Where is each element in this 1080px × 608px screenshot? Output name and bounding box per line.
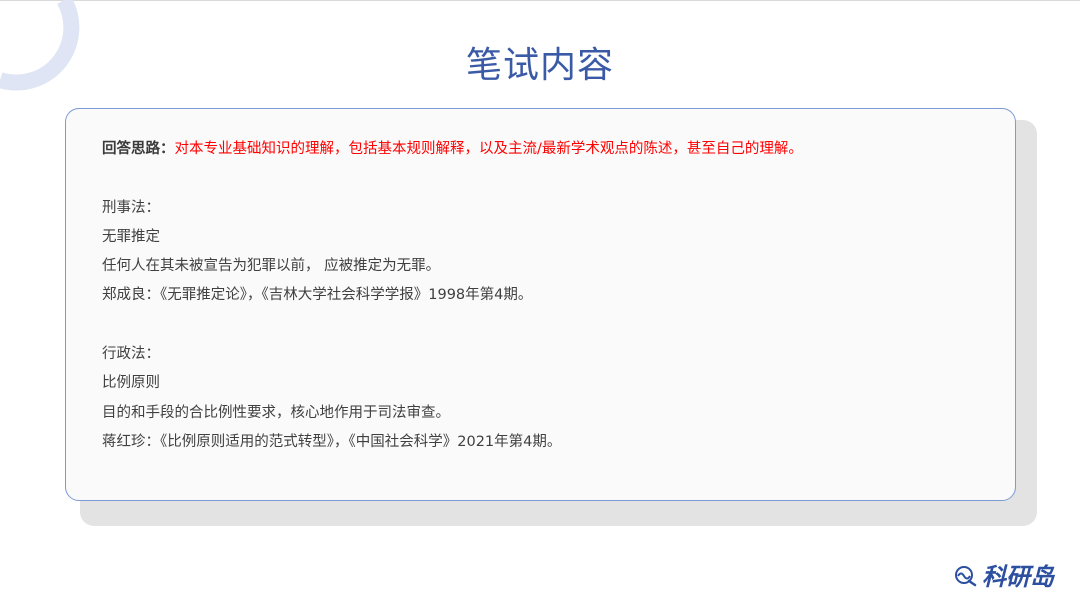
content-card: 回答思路：对本专业基础知识的理解，包括基本规则解释，以及主流/最新学术观点的陈述… xyxy=(65,108,1016,501)
logo-text: 科研岛 xyxy=(982,563,1054,591)
section-description: 任何人在其未被宣告为犯罪以前， 应被推定为无罪。 xyxy=(102,258,441,275)
answer-label: 回答思路： xyxy=(102,141,175,157)
section-principle: 比例原则 xyxy=(102,375,160,392)
section-heading: 刑事法： xyxy=(102,199,160,216)
card-content: 回答思路：对本专业基础知识的理解，包括基本规则解释，以及主流/最新学术观点的陈述… xyxy=(102,135,982,457)
brand-logo: 科研岛 xyxy=(954,557,1054,592)
section-description: 目的和手段的合比例性要求，核心地作用于司法审查。 xyxy=(102,404,450,421)
section-citation: 蒋红珍：《比例原则适用的范式转型》，《中国社会科学》2021年第4期。 xyxy=(102,433,562,450)
page-title: 笔试内容 xyxy=(465,45,614,86)
wave-globe-icon xyxy=(955,565,977,586)
section-heading: 行政法： xyxy=(102,346,160,363)
section-principle: 无罪推定 xyxy=(102,228,160,245)
top-divider xyxy=(0,0,1080,1)
answer-text: 对本专业基础知识的理解，包括基本规则解释，以及主流/最新学术观点的陈述，甚至自己… xyxy=(174,141,803,157)
section-citation: 郑成良：《无罪推定论》，《吉林大学社会科学学报》1998年第4期。 xyxy=(102,287,533,304)
answer-line: 回答思路：对本专业基础知识的理解，包括基本规则解释，以及主流/最新学术观点的陈述… xyxy=(102,135,982,164)
